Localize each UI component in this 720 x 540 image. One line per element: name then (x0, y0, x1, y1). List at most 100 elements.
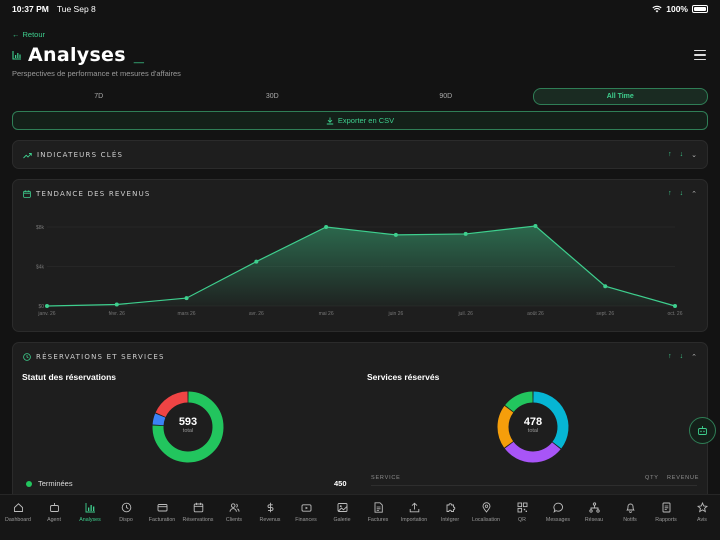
booked-services-center: 478 total (509, 416, 557, 434)
y-tick-label: $4k (36, 265, 45, 271)
clock-icon (121, 502, 131, 513)
tab-dollar[interactable]: Revenus (252, 495, 288, 540)
calendar-icon (193, 502, 203, 513)
back-link[interactable]: ← Retour (12, 30, 45, 39)
revenue-point[interactable] (533, 224, 538, 229)
kpi-card: Indicateurs clés ↑ ↓ ⌄ (12, 140, 708, 169)
chevron-up-icon[interactable]: ⌃ (691, 190, 697, 198)
tab-label: Revenus (259, 517, 281, 523)
tab-image[interactable]: Galerie (324, 495, 360, 540)
tab-label: Importation (400, 517, 428, 523)
floating-bot-button[interactable] (689, 417, 716, 444)
tab-bell[interactable]: Notifs (612, 495, 648, 540)
move-up-icon[interactable]: ↑ (668, 151, 672, 159)
range-7d[interactable]: 7D (12, 88, 186, 105)
tab-report[interactable]: Rapports (648, 495, 684, 540)
status-date: Tue Sep 8 (56, 4, 96, 14)
revenue-point[interactable] (673, 304, 677, 308)
tab-clock[interactable]: Dispo (108, 495, 144, 540)
status-bar: 10:37 PM Tue Sep 8 100% (0, 0, 720, 18)
tab-card[interactable]: Facturation (144, 495, 180, 540)
wifi-icon (652, 5, 662, 13)
revenue-point[interactable] (45, 304, 49, 308)
revenue-point[interactable] (184, 296, 189, 301)
clock-icon (23, 353, 31, 361)
booking-status-total: 593 (178, 416, 198, 428)
booked-services-total-label: total (527, 428, 539, 434)
revenue-point[interactable] (463, 231, 468, 236)
x-tick-label: avr. 26 (249, 311, 264, 317)
tab-puzzle[interactable]: Intégrer (432, 495, 468, 540)
x-tick-label: janv. 26 (37, 311, 55, 317)
export-label: Exporter en CSV (337, 116, 395, 125)
legend-dot (26, 480, 32, 487)
tab-star[interactable]: Avis (684, 495, 720, 540)
revenue-point[interactable] (114, 302, 119, 307)
tab-calendar[interactable]: Réservations (180, 495, 216, 540)
tab-file[interactable]: Factures (360, 495, 396, 540)
status-donut-segment[interactable] (155, 391, 188, 418)
home-icon (13, 503, 23, 512)
tab-upload[interactable]: Importation (396, 495, 432, 540)
tab-qr[interactable]: QR (504, 495, 540, 540)
tab-pin[interactable]: Localisation (468, 495, 504, 540)
range-90d[interactable]: 90D (359, 88, 533, 105)
tab-network[interactable]: Réseau (576, 495, 612, 540)
table-divider (371, 485, 697, 486)
tab-bot[interactable]: Agent (36, 495, 72, 540)
chevron-down-icon[interactable]: ⌄ (691, 151, 697, 159)
revenue-card-header[interactable]: Tendance des revenus ↑ ↓ ⌃ (13, 180, 707, 208)
users-icon (229, 503, 239, 512)
x-tick-label: juin 26 (388, 311, 404, 317)
legend-label: Terminées (38, 479, 73, 488)
range-30d[interactable]: 30D (186, 88, 360, 105)
menu-icon[interactable] (694, 50, 706, 60)
status-donut-segment[interactable] (152, 413, 166, 426)
arrow-left-icon: ← (12, 30, 20, 39)
tab-bar-chart[interactable]: Analyses (72, 495, 108, 540)
revenue-card: Tendance des revenus ↑ ↓ ⌃ $0 $4k $8k janv.… (12, 179, 708, 332)
chevron-up-icon[interactable]: ⌃ (691, 353, 697, 361)
tab-label: Analyses (79, 517, 101, 523)
bot-icon (49, 503, 59, 512)
kpi-card-header[interactable]: Indicateurs clés ↑ ↓ ⌄ (13, 141, 707, 169)
revenue-point[interactable] (603, 284, 608, 289)
trending-up-icon (23, 152, 32, 158)
table-header-qty: Qty (645, 475, 659, 481)
battery-percent: 100% (666, 4, 688, 14)
tab-label: Réseau (584, 517, 604, 523)
revenue-chart: $0 $4k $8k janv. 26 févr. 26 mars 26 avr. 26 ma… (13, 208, 709, 333)
tab-label: Localisation (472, 517, 500, 523)
legend-item: Terminées (26, 479, 73, 488)
page-header: Analyses _ (12, 44, 144, 66)
kpi-card-title: Indicateurs clés (37, 151, 124, 159)
move-down-icon[interactable]: ↓ (680, 190, 684, 198)
move-down-icon[interactable]: ↓ (680, 353, 684, 361)
move-down-icon[interactable]: ↓ (680, 151, 684, 159)
range-all-time[interactable]: All Time (532, 88, 708, 105)
services-donut-segment[interactable] (505, 391, 534, 413)
tab-message[interactable]: Messages (540, 495, 576, 540)
x-tick-label: août 26 (527, 311, 544, 317)
services-donut-segment[interactable] (504, 441, 561, 463)
tab-home[interactable]: Dashboard (0, 495, 36, 540)
tab-label: Messages (545, 517, 571, 523)
export-csv-button[interactable]: Exporter en CSV (12, 111, 708, 130)
services-donut-segment[interactable] (497, 405, 514, 448)
move-up-icon[interactable]: ↑ (668, 190, 672, 198)
move-up-icon[interactable]: ↑ (668, 353, 672, 361)
reservations-card-header[interactable]: Réservations et services ↑ ↓ ⌃ (13, 343, 707, 371)
tab-wallet[interactable]: Finances (288, 495, 324, 540)
revenue-point[interactable] (254, 259, 259, 264)
revenue-point[interactable] (393, 232, 398, 237)
time-range-selector: 7D 30D 90D All Time (12, 88, 708, 105)
reservations-card-title: Réservations et services (36, 353, 165, 361)
tab-users[interactable]: Clients (216, 495, 252, 540)
message-icon (552, 502, 563, 513)
booking-status-center: 593 total (164, 416, 212, 434)
back-label: Retour (22, 30, 46, 39)
booking-status-title: Statut des réservations (22, 372, 117, 382)
qr-icon (517, 502, 527, 513)
revenue-point[interactable] (324, 225, 329, 229)
tab-label: Finances (295, 517, 317, 523)
